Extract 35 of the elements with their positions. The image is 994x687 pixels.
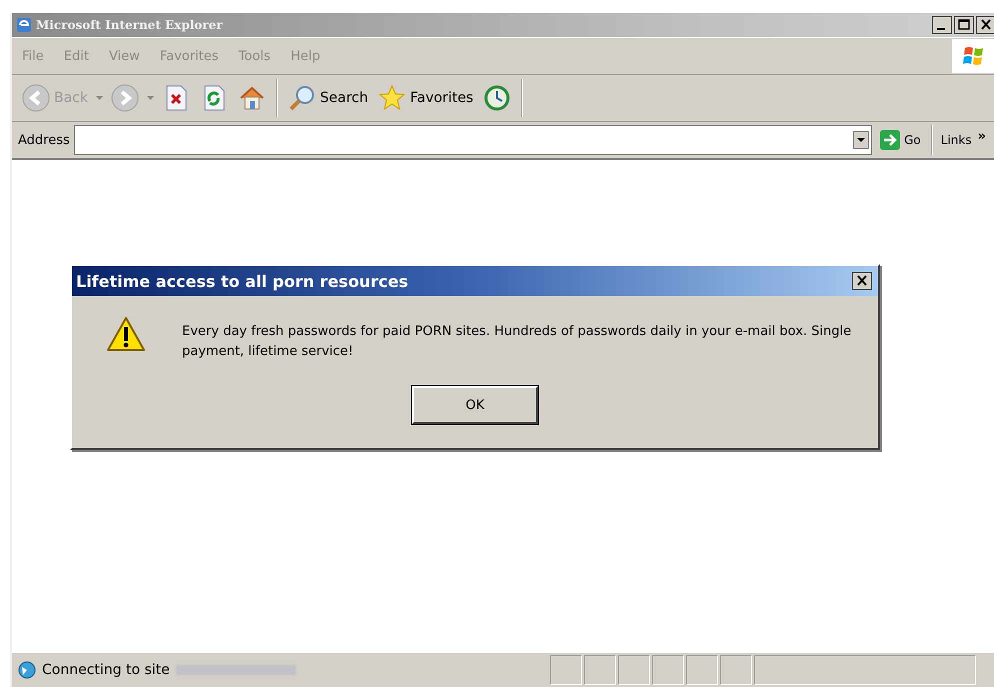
search-button[interactable]: Search (286, 82, 370, 114)
search-icon (288, 84, 316, 112)
status-text: Connecting to site (42, 662, 170, 678)
menu-item[interactable]: View (108, 48, 140, 64)
status-pane (618, 655, 650, 685)
status-pane (686, 655, 718, 685)
warning-icon (106, 316, 146, 352)
links-button[interactable]: Links (936, 133, 972, 147)
ok-button[interactable]: OK (412, 386, 538, 424)
menu-item[interactable]: Favorites (160, 48, 219, 64)
status-pane (550, 655, 582, 685)
chevron-button[interactable]: » (976, 128, 988, 152)
address-field[interactable] (74, 125, 872, 155)
menu-item[interactable]: Tools (238, 48, 271, 64)
close-icon[interactable] (976, 16, 994, 34)
go-button[interactable]: Go (876, 130, 927, 150)
globe-icon (18, 661, 36, 679)
menu-item[interactable]: Edit (64, 48, 89, 64)
close-icon[interactable] (852, 272, 872, 290)
status-pane (720, 655, 752, 685)
status-pane (652, 655, 684, 685)
home-icon (238, 84, 266, 112)
menu-item[interactable]: File (22, 48, 44, 64)
status-pane (584, 655, 616, 685)
menu-item[interactable]: Help (290, 48, 320, 64)
maximize-icon[interactable] (954, 16, 974, 34)
history-icon (483, 84, 512, 112)
star-icon (378, 84, 406, 112)
favorites-button[interactable]: Favorites (376, 82, 476, 114)
flag-icon (962, 44, 986, 68)
dialog-title: Lifetime access to all porn resources (76, 272, 408, 290)
minimize-icon[interactable] (932, 16, 952, 34)
window-title: Microsoft Internet Explorer (36, 18, 224, 32)
dialog-message: Every day fresh passwords for paid PORN sites. Hundreds of passwords daily in your e-mail box. Single payment, lifetime service! (182, 323, 852, 361)
address-label: Address (18, 132, 70, 148)
